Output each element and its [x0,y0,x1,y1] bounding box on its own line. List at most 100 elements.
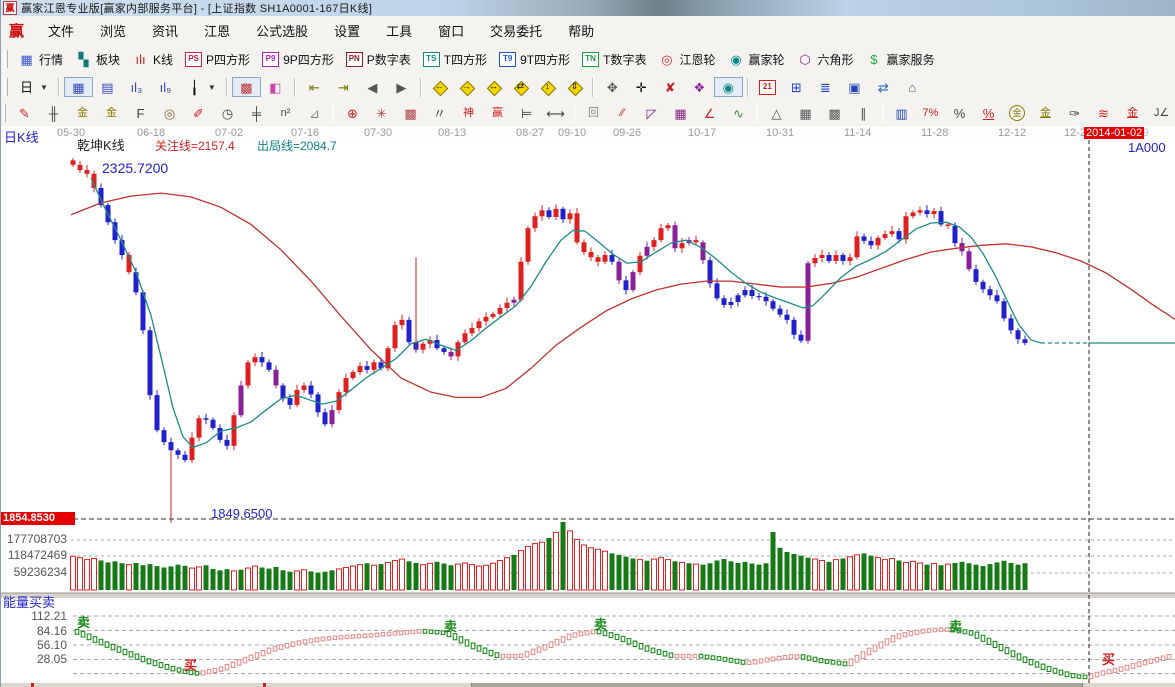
radial-web-tool[interactable]: ✳ [367,103,396,123]
sector-blocks-button[interactable]: ▚板块 [69,49,126,70]
menu-item-help[interactable]: 帮助 [558,18,604,43]
fan-lines-tool[interactable]: ∕∕ [608,103,637,123]
t-square-button[interactable]: TST四方形 [417,49,493,70]
expand-horizontal-button[interactable]: ↔ [480,78,507,97]
parallel-lines-tool[interactable]: ∥ [849,103,878,123]
fit-vertical-button[interactable]: ⇕ [561,78,588,97]
p-square-button[interactable]: PSP四方形 [179,49,256,70]
wave-tool[interactable]: ∿ [724,103,753,123]
menu-item-file[interactable]: 文件 [38,18,84,43]
matrix-grid-1-button[interactable]: ▦ [791,103,820,123]
menu-item-browse[interactable]: 浏览 [90,18,136,43]
gold-circle-tool[interactable]: 金 [1003,103,1031,123]
fan-square-tool[interactable]: ◸ [637,103,666,123]
n-square-tool[interactable]: n² [271,103,300,123]
candle-style-selector-button[interactable]: ╽▼ [180,77,222,97]
smart-analysis-button[interactable]: ◉ [714,77,743,97]
crosshair-tool[interactable]: ✛ [627,77,656,97]
percent-tool[interactable]: % [945,103,974,123]
calculator-button[interactable]: ⊞ [782,77,811,97]
red-pen-tool[interactable]: ✎ [10,103,39,123]
trend-angle-tool[interactable]: ∠ [695,103,724,123]
marker-pen-tool[interactable]: ✐ [184,103,213,123]
gann-target-tool[interactable]: ⊕ [338,103,367,123]
ying-grid-tool[interactable]: 赢 [483,103,512,123]
menu-item-settings[interactable]: 设置 [324,18,370,43]
matrix-grid-2-button[interactable]: ▩ [820,103,849,123]
flag-tool[interactable]: ⊿ [300,103,329,123]
remote-assist-button[interactable]: ⌂ [898,77,927,97]
send-data-button[interactable]: ⇄ [869,77,898,97]
menu-item-formula-select[interactable]: 公式选股 [246,18,318,43]
bar-9-chart-button[interactable]: ıl₉ [151,77,180,97]
expand-vertical-button[interactable]: ↕ [534,78,561,97]
menu-item-gann[interactable]: 江恩 [194,18,240,43]
elastic-band-zoom-button[interactable]: ▦ [64,77,93,97]
calendar-21-button[interactable]: 21 [753,78,782,97]
erase-line-tool[interactable]: ✘ [656,77,685,97]
pan-left-button[interactable]: ← [426,78,453,97]
dense-grid-tool[interactable]: ╪ [242,103,271,123]
prev-candle-button[interactable]: ◀ [358,77,387,97]
gold-circle-tool-icon: 金 [1009,105,1025,121]
winner-wheel-button[interactable]: ◉赢家轮 [721,49,790,70]
title-bar[interactable]: 赢 赢家江恩专业版[赢家内部服务平台] - [上证指数 SH1A0001-167… [1,0,1175,16]
first-page-button[interactable]: ⇤ [300,77,329,97]
square-web-tool[interactable]: ▩ [396,103,425,123]
pattern-search-button[interactable]: ▩ [232,77,261,97]
channel-wave-tool[interactable]: ≋ [1089,103,1118,123]
quote-mark-tool[interactable]: 〃 [425,103,454,123]
last-page-button[interactable]: ⇥ [329,77,358,97]
shen-grid-tool[interactable]: 神 [454,103,483,123]
p-number-table-button[interactable]: PNP数字表 [340,49,417,70]
width-measure-tool[interactable]: ⟷ [541,103,570,123]
gann-web-tool[interactable]: ❖ [685,77,714,97]
gold-underline-tool[interactable]: 金 [1118,103,1147,123]
winner-service-button[interactable]: $赢家服务 [860,49,941,70]
scrollbar-thumb[interactable] [471,683,1083,687]
fibonacci-grid-button[interactable]: F [126,103,155,123]
percent-line-tool[interactable]: % [974,103,1003,123]
time-cycle-tool[interactable]: ◷ [213,103,242,123]
t-number-table-icon: TN [582,52,599,67]
9t-square-button[interactable]: T99T四方形 [493,49,576,70]
hexagon-button[interactable]: ⬡六角形 [791,49,860,70]
info-board-button[interactable]: ▤ [93,77,122,97]
bar-3-chart-button[interactable]: ıl₃ [122,77,151,97]
triangle-tool-icon: △ [768,105,785,121]
notepad-button[interactable]: ≣ [811,77,840,97]
menu-item-news[interactable]: 资讯 [142,18,188,43]
save-button[interactable]: ▣ [840,77,869,97]
market-quotes-button[interactable]: ▦行情 [12,49,69,70]
shrink-horizontal-button[interactable]: ⇄ [507,78,534,97]
triangle-tool[interactable]: △ [762,103,791,123]
kline-chart-button[interactable]: ılıK线 [126,49,179,70]
menu-item-window[interactable]: 窗口 [428,18,474,43]
price-grid-tool[interactable]: ╫ [39,103,68,123]
pan-right-button[interactable]: → [453,78,480,97]
ruler-123-tool[interactable]: ⊨ [512,103,541,123]
9p-square-button[interactable]: P99P四方形 [256,49,340,70]
t-number-table-button[interactable]: TNT数字表 [576,49,652,70]
chart-area[interactable] [1,140,1175,683]
web-square-tool[interactable]: ▦ [666,103,695,123]
square-frame-tool[interactable]: 回 [579,103,608,123]
gold-ratio-grid-2-button[interactable]: 金 [97,103,126,123]
kline-period-selector-button[interactable]: 日▼ [12,77,54,97]
horizontal-scrollbar[interactable] [1,683,1175,687]
gann-wheel-button[interactable]: ◎江恩轮 [652,49,721,70]
next-candle-button[interactable]: ▶ [387,77,416,97]
percent-7-tool[interactable]: 7% [916,103,945,123]
menu-item-tools[interactable]: 工具 [376,18,422,43]
color-ribbon-button[interactable]: ◧ [261,77,290,97]
menu-item-trade[interactable]: 交易委托 [480,18,552,43]
brush-tool[interactable]: ✑ [1060,103,1089,123]
spiral-tool[interactable]: ◎ [155,103,184,123]
gold-ratio-grid-1-button[interactable]: 金 [68,103,97,123]
volume-axis-tick-1: 177708703 [1,533,67,546]
hand-drag-tool[interactable]: ✥ [598,77,627,97]
gold-line-tool[interactable]: 金 [1031,103,1060,123]
angle-j-tool[interactable]: J∠ [1147,103,1175,123]
column-stat-tool[interactable]: ▥ [887,103,916,123]
winner-service-label: 赢家服务 [887,51,935,68]
